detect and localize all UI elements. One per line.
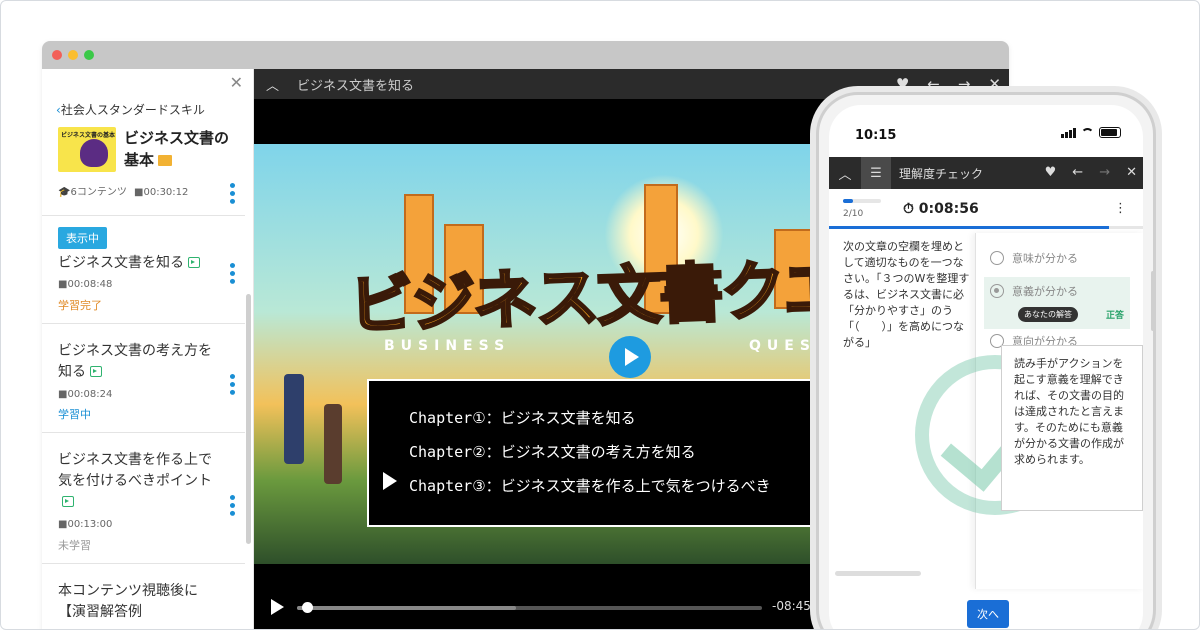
course-menu-icon[interactable]: •••: [223, 181, 239, 205]
radio-selected-icon: [990, 284, 1004, 298]
character: [324, 404, 342, 484]
arrow-right-icon[interactable]: →: [958, 75, 971, 93]
question-progress-bar: [843, 199, 881, 203]
hero-banner: ✕ ‹社会人スタンダードスキル ビジネス文書の基本 ビジネス文書の基本 🎓6コン…: [0, 0, 1200, 630]
close-icon[interactable]: ✕: [230, 73, 243, 92]
timer-icon: ⏱: [903, 201, 914, 217]
course-sidebar: ✕ ‹社会人スタンダードスキル ビジネス文書の基本 ビジネス文書の基本 🎓6コン…: [42, 69, 254, 629]
status-label: 未学習: [58, 539, 91, 552]
divider: [42, 323, 245, 324]
smartphone-mockup: 10:15 ︿ ☰ 理解度チェック ♥ ← → ✕ 2/10 ⏱ 0:08:56…: [816, 92, 1156, 629]
minimize-dot-icon[interactable]: [68, 50, 78, 60]
course-meta: 🎓6コンテンツ ■00:30:12: [58, 187, 189, 198]
maximize-dot-icon[interactable]: [84, 50, 94, 60]
close-icon[interactable]: ✕: [1126, 165, 1137, 180]
status-label: 学習完了: [58, 299, 102, 312]
your-answer-badge: あなたの解答: [1018, 307, 1078, 322]
wifi-icon: [1081, 128, 1094, 137]
next-button[interactable]: 次へ: [967, 600, 1009, 628]
correct-label: 正答: [1106, 311, 1125, 321]
list-icon[interactable]: ☰: [861, 157, 891, 189]
seek-bar[interactable]: [297, 606, 762, 610]
status-icons: [1061, 127, 1121, 138]
divider: [42, 432, 245, 433]
arrow-right-icon[interactable]: →: [1099, 165, 1110, 180]
radio-icon: [990, 251, 1004, 265]
explanation-box: 読み手がアクションを起こす意義を理解できれば、その文書の目的は達成されたと言えま…: [1001, 345, 1143, 511]
folder-icon: [158, 155, 173, 166]
divider: [42, 215, 245, 216]
player-controls: ♥ ← → ✕: [896, 75, 1001, 93]
course-thumbnail: ビジネス文書の基本: [58, 127, 116, 172]
item-title: 本コンテンツ視聴後に【演習解答例: [58, 583, 198, 620]
timer: ⏱ 0:08:56: [903, 201, 979, 217]
chapter-item[interactable]: Chapter③：ビジネス文書を作る上で気をつけるべき: [409, 469, 825, 503]
item-title: ビジネス文書の考え方を知る: [58, 343, 212, 380]
item-duration: ■00:13:00: [58, 519, 113, 530]
heart-icon[interactable]: ♥: [896, 75, 909, 93]
window-titlebar: [42, 41, 1009, 69]
course-title: ビジネス文書の基本: [124, 129, 230, 169]
sidebar-scrollbar[interactable]: [246, 294, 251, 544]
video-icon: [90, 366, 102, 377]
divider: [42, 563, 245, 564]
horizontal-scrollbar[interactable]: [835, 571, 921, 576]
time-remaining: -08:45: [772, 599, 811, 613]
option-2[interactable]: 意義が分かる: [990, 283, 1078, 299]
item-duration: ■00:08:24: [58, 389, 113, 400]
clock: 10:15: [855, 128, 897, 143]
chevron-up-icon[interactable]: ︿: [829, 164, 861, 183]
video-icon: [188, 257, 200, 268]
status-bar: 10:15: [829, 105, 1143, 157]
video-subtitle-left: BUSINESS: [384, 338, 511, 354]
player-title: ビジネス文書を知る: [297, 78, 415, 94]
close-icon[interactable]: ✕: [988, 75, 1001, 93]
item-duration: ■00:08:48: [58, 279, 113, 290]
more-icon[interactable]: ⋮: [1114, 201, 1127, 216]
close-dot-icon[interactable]: [52, 50, 62, 60]
character-illustration: [80, 139, 108, 167]
play-button[interactable]: [609, 336, 651, 378]
phone-side-button: [1151, 271, 1155, 331]
video-icon: [62, 496, 74, 507]
item-menu-icon[interactable]: •••: [223, 261, 239, 285]
option-1[interactable]: 意味が分かる: [990, 250, 1078, 266]
play-icon[interactable]: [271, 599, 284, 615]
graduation-cap-icon: 🎓: [58, 187, 71, 198]
item-menu-icon[interactable]: •••: [223, 493, 239, 517]
back-link[interactable]: ‹社会人スタンダードスキル: [56, 101, 205, 118]
signal-icon: [1061, 127, 1076, 138]
play-cursor-icon: [383, 472, 397, 490]
seek-handle[interactable]: [301, 602, 313, 613]
arrow-left-icon[interactable]: ←: [927, 75, 940, 93]
item-title: ビジネス文書を作る上で気を付けるべきポイント: [58, 450, 223, 513]
showing-badge: 表示中: [58, 227, 107, 249]
chapter-item[interactable]: Chapter①：ビジネス文書を知る: [409, 401, 825, 435]
question-count: 2/10: [843, 209, 864, 219]
buffer-bar: [297, 606, 516, 610]
phone-screen: 10:15 ︿ ☰ 理解度チェック ♥ ← → ✕ 2/10 ⏱ 0:08:56…: [829, 105, 1143, 629]
chapter-list: Chapter①：ビジネス文書を知る Chapter②：ビジネス文書の考え方を知…: [367, 379, 827, 527]
item-menu-icon[interactable]: •••: [223, 372, 239, 396]
arrow-left-icon[interactable]: ←: [1072, 165, 1083, 180]
character: [284, 374, 304, 464]
quiz-title: 理解度チェック: [899, 166, 984, 181]
quiz-controls: ♥ ← → ✕: [1045, 165, 1137, 180]
item-title: ビジネス文書を知る: [58, 253, 223, 274]
quiz-progress: 2/10 ⏱ 0:08:56 ⋮: [829, 189, 1143, 229]
time-progress-bar: [829, 226, 1109, 229]
status-label: 学習中: [58, 408, 91, 421]
battery-icon: [1099, 127, 1121, 138]
thumbnail-text: ビジネス文書の基本: [61, 132, 116, 139]
chevron-up-icon[interactable]: ︿: [266, 75, 279, 94]
heart-icon[interactable]: ♥: [1045, 165, 1057, 180]
chapter-item[interactable]: Chapter②：ビジネス文書の考え方を知る: [409, 435, 825, 469]
quiz-header: ︿ ☰ 理解度チェック ♥ ← → ✕: [829, 157, 1143, 189]
